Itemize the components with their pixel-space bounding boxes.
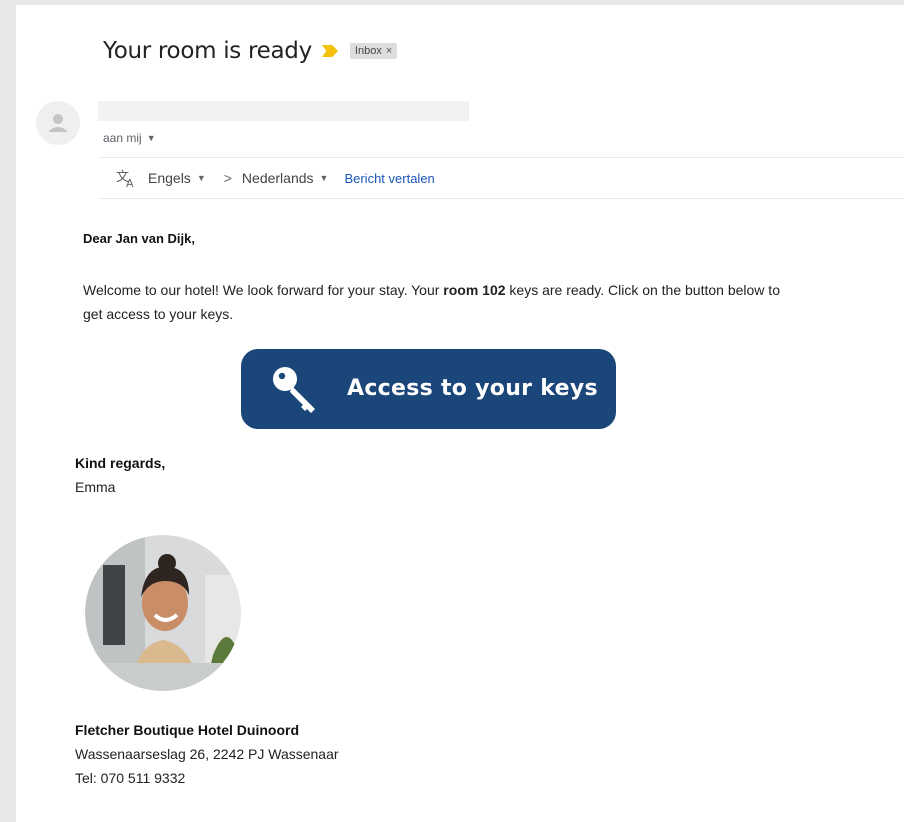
access-keys-label: Access to your keys [347,376,598,401]
translate-icon: 文 A [116,170,134,188]
closing: Kind regards, [75,455,166,471]
hotel-address: Wassenaarseslag 26, 2242 PJ Wassenaar [75,746,339,762]
translate-bar: 文 A Engels ▼ > Nederlands ▼ Bericht vert… [98,157,904,199]
importance-marker-icon[interactable] [321,45,338,57]
sender-avatar[interactable] [36,101,80,145]
room-number: room 102 [443,282,506,298]
label-chip-text: Inbox [354,45,382,57]
svg-text:A: A [126,177,134,188]
remove-label-icon[interactable]: × [386,45,392,57]
body-paragraph: Welcome to our hotel! We look forward fo… [83,278,783,326]
source-language-select[interactable]: Engels ▼ [148,170,206,186]
email-subject: Your room is ready [103,38,312,64]
subject-row: Your room is ready Inbox × [103,38,398,64]
greeting: Dear Jan van Dijk, [83,231,195,246]
recipient-row[interactable]: aan mij ▼ [103,131,156,145]
translate-message-link[interactable]: Bericht vertalen [344,171,434,186]
target-language-select[interactable]: Nederlands ▼ [242,170,329,186]
default-avatar-icon [36,101,80,145]
access-keys-button[interactable]: Access to your keys [241,349,616,429]
label-chip-inbox: Inbox × [349,43,398,59]
source-language-label: Engels [148,170,191,186]
sender-redacted [98,101,469,121]
hotel-phone: Tel: 070 511 9332 [75,770,186,786]
target-language-label: Nederlands [241,170,314,186]
chevron-down-icon: ▼ [319,173,329,183]
signer-photo [85,535,241,691]
hotel-name: Fletcher Boutique Hotel Duinoord [75,722,299,738]
recipient-label: aan mij [103,131,142,145]
arrow-right-icon: > [223,170,232,186]
signer-name: Emma [75,479,116,495]
email-panel: Your room is ready Inbox × aan mij ▼ 文 A… [16,5,904,822]
chevron-down-icon[interactable]: ▼ [147,133,156,143]
body-text-start: Welcome to our hotel! We look forward fo… [83,282,444,298]
chevron-down-icon: ▼ [196,173,206,183]
key-icon [273,367,315,413]
